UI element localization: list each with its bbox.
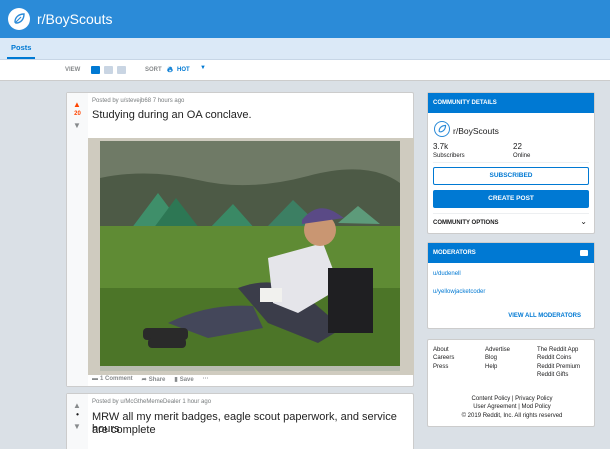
community-name[interactable]: r/BoyScouts	[453, 126, 499, 136]
subscriber-label: Subscribers	[433, 153, 465, 159]
card-view-icon[interactable]	[91, 66, 100, 74]
save-button[interactable]: ▮ Save	[174, 376, 193, 383]
moderator-link[interactable]: u/dudenell	[433, 271, 461, 277]
vote-column: ▲ 20 ▼	[67, 93, 88, 386]
sort-label: SORT	[145, 67, 162, 73]
online-label: Online	[513, 153, 531, 159]
comments-button[interactable]: ▬ 1 Comment	[92, 376, 133, 383]
sort-dropdown[interactable]: HOT	[177, 67, 190, 73]
share-icon: ➦	[141, 377, 147, 383]
compact-view-icon[interactable]	[117, 66, 126, 74]
subreddit-icon[interactable]	[434, 121, 450, 137]
footer-link[interactable]: Reddit Gifts	[537, 371, 580, 379]
view-all-moderators-button[interactable]: VIEW ALL MODERATORS	[508, 313, 581, 319]
footer-link[interactable]: Reddit Coins	[537, 354, 580, 362]
footer-link[interactable]: Blog	[485, 354, 510, 362]
create-post-button[interactable]: CREATE POST	[433, 190, 589, 208]
footer-link[interactable]: About	[433, 346, 454, 354]
tab-posts[interactable]: Posts	[7, 38, 36, 59]
subscribed-button[interactable]: SUBSCRIBED	[433, 167, 589, 185]
divider	[433, 162, 589, 163]
footer-card: About Careers Press Advertise Blog Help …	[427, 339, 595, 427]
post-meta[interactable]: Posted by u/stevejb68 7 hours ago	[92, 98, 184, 104]
footer-link[interactable]: Reddit Premium	[537, 363, 580, 371]
post-title-line-2[interactable]: are complete	[92, 424, 156, 436]
divider	[433, 213, 589, 214]
post-image[interactable]	[88, 138, 414, 375]
mail-icon[interactable]	[580, 250, 588, 256]
sort-toolbar: VIEW SORT 🔥︎ HOT ▼	[0, 60, 610, 81]
footer-col-2: Advertise Blog Help	[485, 346, 510, 371]
post-actions: ▬ 1 Comment ➦ Share ▮ Save ···	[92, 376, 209, 383]
bookmark-icon: ▮	[174, 377, 178, 383]
moderators-card: MODERATORS u/dudenell u/yellowjacketcode…	[427, 242, 595, 329]
community-details-card: COMMUNITY DETAILS r/BoyScouts 3.7k Subsc…	[427, 92, 595, 234]
downvote-arrow-icon[interactable]: ▼	[73, 121, 81, 130]
classic-view-icon[interactable]	[104, 66, 113, 74]
upvote-arrow-icon[interactable]: ▲	[73, 401, 81, 410]
share-button[interactable]: ➦ Share	[142, 376, 166, 383]
community-options[interactable]: COMMUNITY OPTIONS	[433, 220, 499, 226]
online-count: 22	[513, 142, 522, 151]
subscriber-count: 3.7k	[433, 142, 449, 151]
subreddit-title[interactable]: r/BoyScouts	[37, 11, 112, 27]
subreddit-tabs: Posts	[0, 38, 610, 60]
footer-policy-links[interactable]: User Agreement | Mod Policy	[428, 403, 596, 411]
post-card[interactable]: ▲ 20 ▼ Posted by u/stevejb68 7 hours ago…	[66, 92, 414, 387]
post-card[interactable]: ▲ • ▼ Posted by u/McGtheMemeDealer 1 hou…	[66, 393, 414, 449]
footer-link[interactable]: Press	[433, 363, 454, 371]
subreddit-banner: r/BoyScouts	[0, 0, 610, 38]
footer-col-3: The Reddit App Reddit Coins Reddit Premi…	[537, 346, 580, 379]
post-title[interactable]: Studying during an OA conclave.	[92, 109, 252, 121]
chevron-down-icon[interactable]: ▼	[200, 65, 206, 71]
moderators-header: MODERATORS	[428, 243, 594, 263]
footer-link[interactable]: Help	[485, 363, 510, 371]
subreddit-icon[interactable]	[8, 8, 30, 30]
post-meta[interactable]: Posted by u/McGtheMemeDealer 1 hour ago	[92, 399, 211, 405]
post-score: •	[76, 410, 79, 419]
moderator-link[interactable]: u/yellowjacketcoder	[433, 289, 485, 295]
footer-link[interactable]: The Reddit App	[537, 346, 580, 354]
post-score: 20	[74, 111, 81, 117]
downvote-arrow-icon[interactable]: ▼	[73, 422, 81, 431]
flame-icon[interactable]: 🔥︎	[167, 65, 173, 75]
community-details-header: COMMUNITY DETAILS	[428, 93, 594, 113]
footer-policy-links[interactable]: Content Policy | Privacy Policy	[428, 395, 596, 403]
vote-column: ▲ • ▼	[67, 394, 88, 449]
footer-link[interactable]: Advertise	[485, 346, 510, 354]
footer-link[interactable]: Careers	[433, 354, 454, 362]
chevron-down-icon[interactable]: ⌄	[580, 217, 587, 226]
upvote-arrow-icon[interactable]: ▲	[73, 100, 81, 109]
view-label: VIEW	[65, 67, 81, 73]
more-options-button[interactable]: ···	[203, 376, 209, 383]
footer-col-1: About Careers Press	[433, 346, 454, 371]
copyright-text: © 2019 Reddit, Inc. All rights reserved	[461, 413, 563, 419]
comment-icon: ▬	[92, 376, 98, 382]
